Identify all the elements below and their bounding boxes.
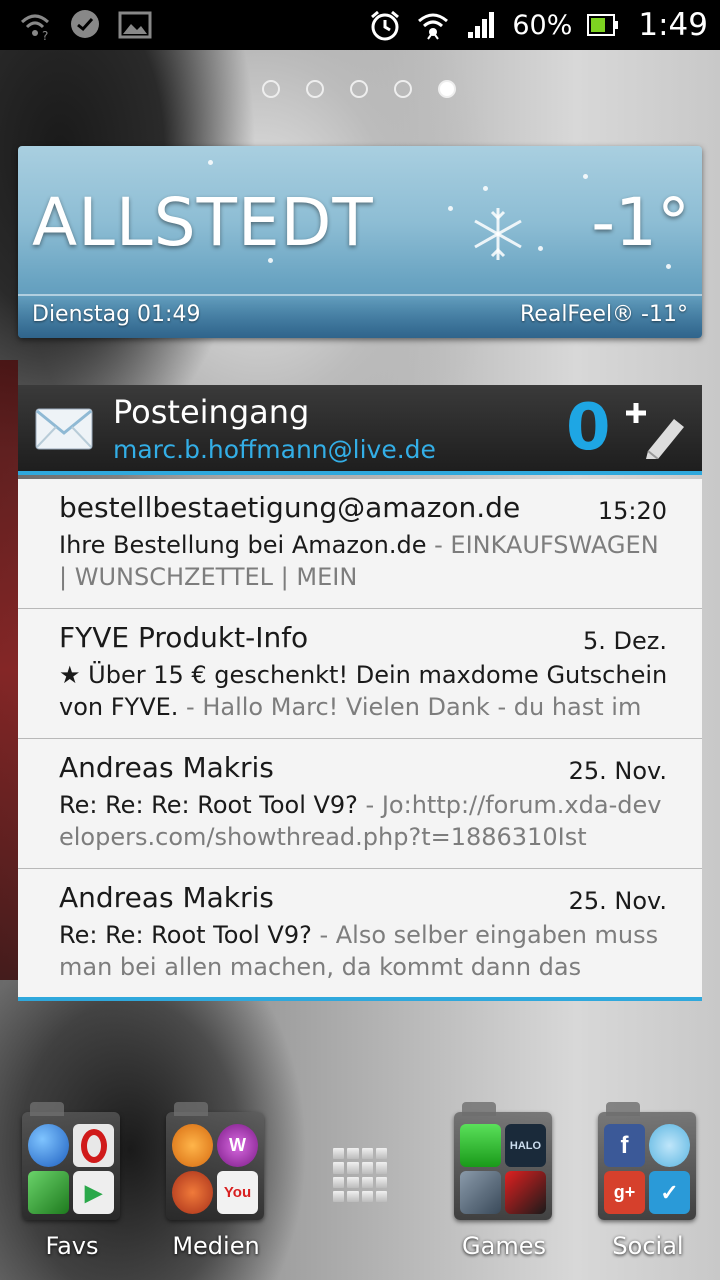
walkman-icon: W	[217, 1124, 258, 1167]
folder-label-social: Social	[612, 1232, 684, 1260]
opera-icon	[73, 1124, 114, 1167]
mail-footer-bar	[18, 997, 702, 1001]
facebook-icon: f	[604, 1124, 645, 1167]
snow-sparkle	[666, 264, 671, 269]
action-game-icon	[505, 1171, 546, 1214]
signal-icon	[464, 8, 498, 42]
mail-subject: Ihre Bestellung bei Amazon.de	[59, 531, 427, 559]
youtube-icon: You	[217, 1171, 258, 1214]
folder-medien[interactable]: W You	[166, 1102, 264, 1220]
mail-sender: Andreas Makris	[59, 751, 274, 784]
chat-bird-icon	[649, 1124, 690, 1167]
folder-label-medien: Medien	[172, 1232, 260, 1260]
snow-sparkle	[538, 246, 543, 251]
unread-count: 0	[566, 391, 611, 465]
folder-label-games: Games	[462, 1232, 546, 1260]
mail-preview: Re: Re: Re: Root Tool V9? - Jo:http://fo…	[59, 789, 669, 855]
folder-label-favs: Favs	[45, 1232, 99, 1260]
snow-sparkle	[583, 174, 588, 179]
weather-divider	[18, 294, 702, 296]
mail-date: 5. Dez.	[583, 627, 667, 655]
racing-game-icon	[460, 1171, 501, 1214]
folder-social[interactable]: f g+ ✓	[598, 1102, 696, 1220]
mail-separator: -	[426, 531, 451, 559]
envelope-icon	[34, 407, 94, 455]
clock: 1:49	[638, 7, 708, 43]
mail-subject: Re: Re: Root Tool V9?	[59, 921, 312, 949]
movies-icon	[172, 1171, 213, 1214]
mail-separator: -	[357, 791, 382, 819]
folder-grid: W You	[172, 1124, 258, 1214]
folder-games[interactable]: HALO	[454, 1102, 552, 1220]
mail-item[interactable]: bestellbestaetigung@amazon.de 15:20 Ihre…	[18, 479, 702, 609]
google-plus-icon: g+	[604, 1171, 645, 1214]
mail-preview: Ihre Bestellung bei Amazon.de - EINKAUFS…	[59, 529, 669, 595]
mail-sender: FYVE Produkt-Info	[59, 621, 309, 654]
mail-header[interactable]: Posteingang marc.b.hoffmann@live.de 0	[18, 385, 702, 475]
dock: ▶ Favs W You Medien HALO Games f g+ ✓ So…	[0, 1100, 720, 1280]
mail-item[interactable]: Andreas Makris 25. Nov. Re: Re: Re: Root…	[18, 739, 702, 869]
snow-sparkle	[448, 206, 453, 211]
browser-icon	[28, 1124, 69, 1167]
page-dot[interactable]	[306, 80, 324, 98]
halo-icon: HALO	[505, 1124, 546, 1167]
compose-icon[interactable]	[626, 401, 688, 463]
xbox-icon	[460, 1124, 501, 1167]
mail-separator: -	[178, 693, 203, 721]
play-store-icon: ▶	[73, 1171, 114, 1214]
mail-title: Posteingang	[113, 393, 310, 431]
page-dot[interactable]	[350, 80, 368, 98]
mail-body: Hallo Marc! Vielen Dank - du hast im	[202, 693, 642, 721]
svg-text:?: ?	[42, 29, 48, 42]
snowflake-icon	[470, 204, 526, 268]
folder-grid: f g+ ✓	[604, 1124, 690, 1214]
mail-subject: Re: Re: Re: Root Tool V9?	[59, 791, 358, 819]
mail-preview: ★ Über 15 € geschenkt! Dein maxdome Guts…	[59, 659, 669, 725]
mail-item[interactable]: Andreas Makris 25. Nov. Re: Re: Root Too…	[18, 869, 702, 999]
mail-item[interactable]: FYVE Produkt-Info 5. Dez. ★ Über 15 € ge…	[18, 609, 702, 739]
folder-tab	[30, 1102, 64, 1116]
battery-icon	[586, 8, 620, 42]
app-grid-icon[interactable]	[333, 1148, 387, 1202]
mail-account: marc.b.hoffmann@live.de	[113, 435, 436, 464]
snow-sparkle	[208, 160, 213, 165]
weather-temperature: -1°	[591, 184, 690, 261]
mail-sender: Andreas Makris	[59, 881, 274, 914]
folder-tab	[606, 1102, 640, 1116]
mail-date: 25. Nov.	[568, 757, 667, 785]
check-app-icon: ✓	[649, 1171, 690, 1214]
mail-widget: Posteingang marc.b.hoffmann@live.de 0 be…	[18, 385, 702, 1005]
weather-realfeel: RealFeel® -11°	[520, 302, 688, 327]
mail-date: 15:20	[597, 497, 667, 525]
mail-preview: Re: Re: Root Tool V9? - Also selber eing…	[59, 919, 669, 985]
gallery-icon	[118, 8, 152, 42]
status-bar: ? 60% 1:49	[0, 0, 720, 50]
mail-list[interactable]: bestellbestaetigung@amazon.de 15:20 Ihre…	[18, 479, 702, 997]
page-dot[interactable]	[262, 80, 280, 98]
page-dot-active[interactable]	[438, 80, 456, 98]
album-icon	[172, 1124, 213, 1167]
alarm-icon	[368, 8, 402, 42]
hotspot-icon	[416, 8, 450, 42]
page-dot[interactable]	[394, 80, 412, 98]
weather-city: ALLSTEDT	[32, 184, 374, 261]
folder-favs[interactable]: ▶	[22, 1102, 120, 1220]
battery-percent: 60%	[512, 9, 573, 41]
folder-grid: HALO	[460, 1124, 546, 1214]
weather-day-time: Dienstag 01:49	[32, 302, 201, 327]
green-app-icon	[28, 1171, 69, 1214]
folder-tab	[174, 1102, 208, 1116]
page-indicator	[262, 80, 456, 98]
snow-sparkle	[483, 186, 488, 191]
folder-grid: ▶	[28, 1124, 114, 1214]
mail-date: 25. Nov.	[568, 887, 667, 915]
mail-sender: bestellbestaetigung@amazon.de	[59, 491, 521, 524]
weather-widget[interactable]: ALLSTEDT -1° Dienstag 01:49 RealFeel® -1…	[18, 146, 702, 338]
wifi-question-icon: ?	[18, 8, 52, 42]
messenger-icon	[68, 8, 102, 42]
folder-tab	[462, 1102, 496, 1116]
wallpaper-detail	[0, 360, 18, 980]
mail-separator: -	[311, 921, 336, 949]
